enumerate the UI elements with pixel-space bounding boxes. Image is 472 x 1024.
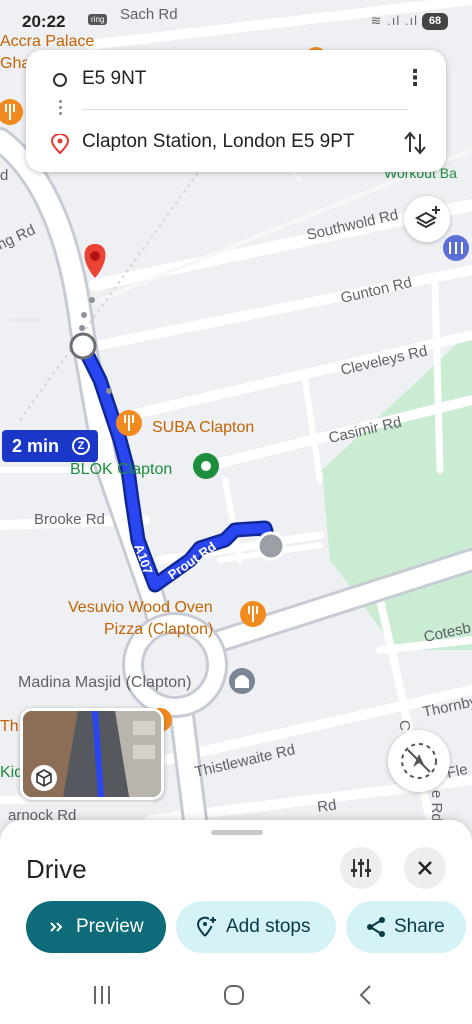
status-bar: 20:22 ring ≋ .ıl .ıl 68 — [0, 0, 472, 40]
more-options-icon[interactable]: ⋮ — [404, 66, 426, 92]
back-icon[interactable] — [346, 980, 386, 1010]
poi-label-th[interactable]: Th — [0, 718, 19, 735]
poi-label-suba-clapton[interactable]: SUBA Clapton — [152, 419, 254, 436]
street-label-e-rd-vertical: e Rd — [428, 790, 445, 822]
preview-button[interactable]: Preview — [26, 901, 166, 953]
battery-indicator: 68 — [422, 13, 448, 30]
street-view-3d-icon — [31, 765, 57, 791]
notification-badge: ring — [88, 14, 108, 25]
eta-badge[interactable]: 2 min Z — [2, 430, 98, 462]
sheet-title: Drive — [26, 854, 87, 884]
share-button[interactable]: Share — [346, 901, 466, 953]
signal-icon: ≋ .ıl .ıl — [370, 13, 418, 28]
poi-label-vesuvio-2[interactable]: Pizza (Clapton) — [104, 621, 213, 638]
route-start-marker — [69, 332, 97, 360]
compass-icon — [401, 743, 437, 779]
add-stops-label: Add stops — [226, 916, 311, 937]
route-card: E5 9NT Clapton Station, London E5 9PT ⋮ — [26, 50, 446, 172]
poi-label-blok-clapton[interactable]: BLOK Clapton — [70, 461, 172, 478]
route-options-button[interactable] — [340, 847, 382, 889]
street-view-thumbnail[interactable] — [20, 708, 164, 800]
sheet-drag-handle[interactable] — [211, 830, 263, 835]
sliders-icon — [351, 859, 371, 877]
eta-text: 2 min — [12, 436, 60, 456]
restaurant-icon[interactable] — [240, 601, 266, 627]
system-nav-bar — [0, 966, 472, 1024]
add-location-icon — [196, 916, 216, 937]
route-dots — [58, 97, 62, 127]
close-icon — [418, 861, 432, 875]
recent-apps-icon[interactable] — [82, 980, 122, 1010]
place-marker-icon[interactable] — [193, 453, 219, 479]
destination-pin-icon — [51, 134, 69, 154]
mosque-icon[interactable] — [229, 668, 255, 694]
layers-icon — [414, 206, 440, 229]
restaurant-icon[interactable] — [116, 410, 142, 436]
home-icon[interactable] — [214, 980, 254, 1010]
layers-button[interactable] — [404, 196, 450, 242]
origin-field[interactable]: E5 9NT — [82, 68, 146, 90]
preview-label: Preview — [76, 916, 144, 937]
chevrons-right-icon — [50, 922, 63, 932]
status-time: 20:22 — [22, 12, 66, 31]
origin-icon — [53, 73, 67, 87]
divider — [82, 109, 408, 110]
low-emission-zone-icon: Z — [72, 437, 90, 455]
poi-label-madina-masjid[interactable]: Madina Masjid (Clapton) — [18, 674, 191, 691]
street-label-rd-bottom: Rd — [316, 796, 337, 816]
destination-field[interactable]: Clapton Station, London E5 9PT — [82, 131, 355, 153]
street-label-d: d — [0, 167, 8, 184]
poi-label-vesuvio-1[interactable]: Vesuvio Wood Oven — [68, 599, 213, 616]
add-stops-button[interactable]: Add stops — [176, 901, 336, 953]
close-button[interactable] — [404, 847, 446, 889]
share-label: Share — [394, 916, 445, 937]
route-end-marker — [256, 531, 286, 561]
swap-icon[interactable] — [400, 128, 430, 158]
street-label-brooke-rd: Brooke Rd — [34, 511, 105, 528]
recenter-button[interactable] — [388, 730, 450, 792]
share-icon — [367, 917, 385, 937]
